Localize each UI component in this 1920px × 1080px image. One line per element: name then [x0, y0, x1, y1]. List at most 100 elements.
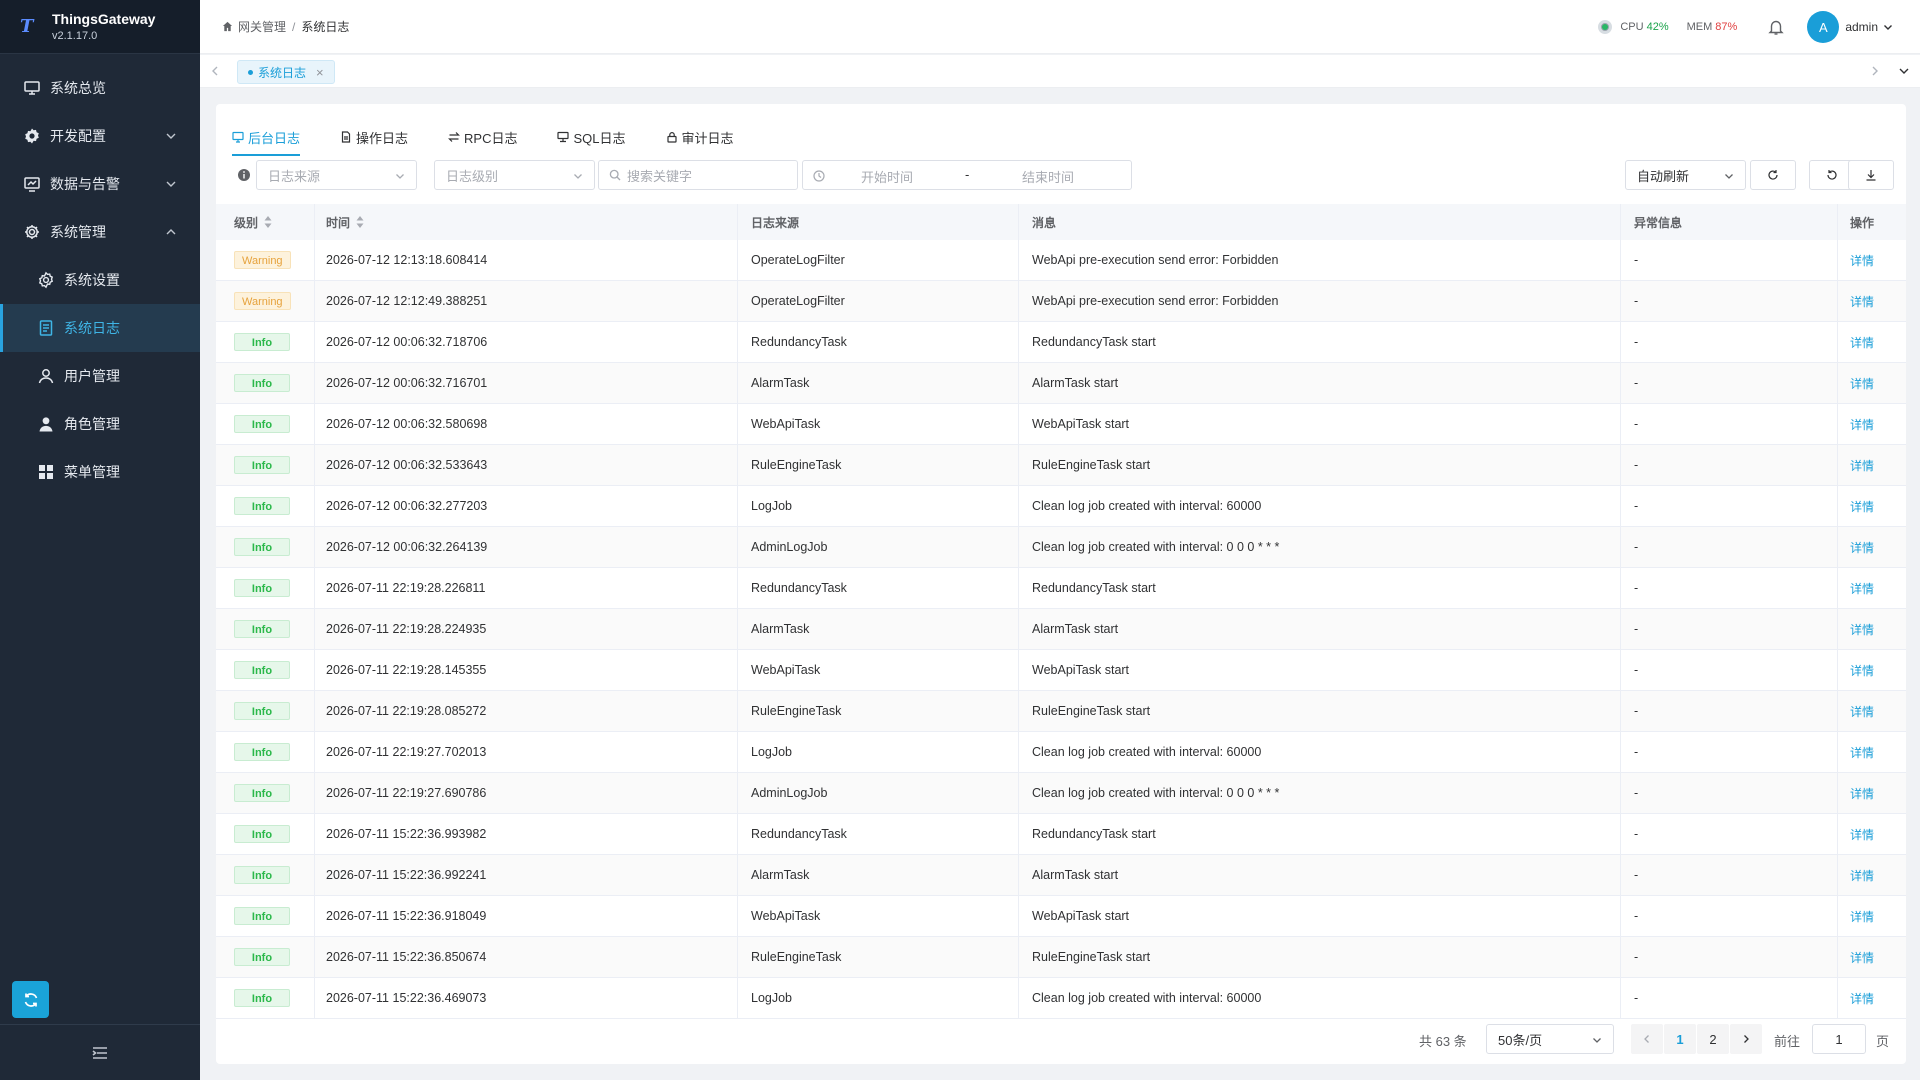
start-time-placeholder[interactable]: 开始时间 [861, 167, 913, 186]
cell-exception: - [1621, 445, 1838, 485]
cell-time: 2026-07-11 22:19:27.690786 [315, 773, 738, 813]
column-header-time[interactable]: 时间 [315, 204, 738, 240]
auto-refresh-select[interactable]: 自动刷新 [1625, 160, 1746, 190]
detail-link[interactable]: 详情 [1850, 334, 1874, 351]
column-label: 消息 [1032, 215, 1057, 230]
refresh-button[interactable] [1750, 160, 1796, 190]
detail-link[interactable]: 详情 [1850, 457, 1874, 474]
cell-action: 详情 [1838, 240, 1906, 280]
avatar[interactable]: A [1807, 11, 1840, 43]
chevron-down-icon[interactable] [1897, 64, 1911, 78]
level-badge: Warning [234, 292, 291, 310]
cell-time: 2026-07-11 15:22:36.850674 [315, 937, 738, 977]
select-placeholder: 日志级别 [446, 168, 499, 184]
sidebar-item-user-management[interactable]: 用户管理 [0, 352, 200, 400]
sidebar-item-overview[interactable]: 系统总览 [0, 64, 200, 112]
tab-sql-log[interactable]: SQL日志 [557, 120, 626, 154]
log-source-select[interactable]: 日志来源 [256, 160, 417, 190]
page-number-1[interactable]: 1 [1664, 1024, 1696, 1054]
detail-link[interactable]: 详情 [1850, 252, 1874, 269]
detail-link[interactable]: 详情 [1850, 662, 1874, 679]
tab-audit-log[interactable]: 审计日志 [666, 120, 734, 154]
cell-message: Clean log job created with interval: 0 0… [1019, 527, 1621, 567]
log-card: 后台日志 操作日志 RPC日志 SQL日志 审计日志 日志来源 日志级别 搜索关… [216, 104, 1906, 1064]
detail-link[interactable]: 详情 [1850, 949, 1874, 966]
brand-version: v2.1.17.0 [52, 29, 98, 42]
log-level-select[interactable]: 日志级别 [434, 160, 595, 190]
page-number-2[interactable]: 2 [1697, 1024, 1729, 1054]
tag-system-log[interactable]: 系统日志 × [237, 60, 335, 84]
info-icon[interactable] [237, 168, 251, 182]
cell-message: AlarmTask start [1019, 609, 1621, 649]
cell-message: Clean log job created with interval: 600… [1019, 486, 1621, 526]
detail-link[interactable]: 详情 [1850, 621, 1874, 638]
detail-link[interactable]: 详情 [1850, 990, 1874, 1007]
refresh-float-button[interactable] [12, 981, 49, 1018]
sidebar-item-label: 菜单管理 [64, 464, 120, 480]
page-size-select[interactable]: 50条/页 [1486, 1024, 1614, 1054]
cell-exception: - [1621, 855, 1838, 895]
cell-source: AlarmTask [738, 363, 1019, 403]
detail-link[interactable]: 详情 [1850, 744, 1874, 761]
cell-action: 详情 [1838, 691, 1906, 731]
chevron-down-icon [166, 181, 176, 187]
column-header-level[interactable]: 级别 [216, 204, 315, 240]
goto-label: 前往 [1774, 1034, 1801, 1049]
detail-link[interactable]: 详情 [1850, 375, 1874, 392]
cell-action: 详情 [1838, 568, 1906, 608]
detail-link[interactable]: 详情 [1850, 867, 1874, 884]
sidebar-item-menu-management[interactable]: 菜单管理 [0, 448, 200, 496]
sort-icon[interactable] [356, 216, 364, 228]
tab-rpc-log[interactable]: RPC日志 [448, 120, 517, 154]
sidebar-item-role-management[interactable]: 角色管理 [0, 400, 200, 448]
detail-link[interactable]: 详情 [1850, 293, 1874, 310]
table-row: Info 2026-07-12 00:06:32.277203 LogJob Clea… [216, 486, 1906, 527]
detail-link[interactable]: 详情 [1850, 580, 1874, 597]
cell-source: WebApiTask [738, 650, 1019, 690]
chevron-right-icon [1744, 1035, 1749, 1043]
log-tabs: 后台日志 操作日志 RPC日志 SQL日志 审计日志 [232, 120, 774, 156]
sort-icon[interactable] [264, 216, 272, 228]
bell-icon[interactable] [1767, 18, 1785, 36]
date-range-picker[interactable]: 开始时间 - 结束时间 [802, 160, 1132, 190]
chevron-right-icon[interactable] [1868, 64, 1882, 78]
cell-level: Info [216, 363, 315, 403]
level-badge: Info [234, 333, 290, 351]
cell-source: RuleEngineTask [738, 445, 1019, 485]
chart-screen-icon [22, 174, 42, 194]
sidebar-menu: 系统总览 开发配置 数据与告警 系统管理 系统设置 系统日志 用户管理 角色管理… [0, 64, 200, 496]
cpu-value: 42% [1646, 21, 1669, 33]
sidebar-item-dev-config[interactable]: 开发配置 [0, 112, 200, 160]
breadcrumb-item[interactable]: 网关管理 [238, 18, 286, 35]
next-page-button[interactable] [1730, 1024, 1762, 1054]
download-button[interactable] [1848, 160, 1894, 190]
chevron-left-icon[interactable] [208, 64, 222, 78]
table-header: 级别 时间 日志来源 消息 异常信息 操作 [216, 204, 1906, 240]
sidebar-item-system-management[interactable]: 系统管理 [0, 208, 200, 256]
goto-page-input[interactable]: 1 [1812, 1024, 1866, 1054]
end-time-placeholder[interactable]: 结束时间 [1022, 167, 1074, 186]
cell-source: WebApiTask [738, 896, 1019, 936]
detail-link[interactable]: 详情 [1850, 539, 1874, 556]
detail-link[interactable]: 详情 [1850, 416, 1874, 433]
keyword-search-input[interactable]: 搜索关键字 [598, 160, 798, 190]
username[interactable]: admin [1845, 20, 1878, 34]
range-separator: - [965, 167, 970, 182]
detail-link[interactable]: 详情 [1850, 498, 1874, 515]
collapse-sidebar-button[interactable] [0, 1024, 200, 1080]
prev-page-button[interactable] [1631, 1024, 1663, 1054]
sidebar-item-system-log[interactable]: 系统日志 [0, 304, 200, 352]
detail-link[interactable]: 详情 [1850, 703, 1874, 720]
tab-backend-log[interactable]: 后台日志 [232, 120, 301, 156]
detail-link[interactable]: 详情 [1850, 785, 1874, 802]
detail-link[interactable]: 详情 [1850, 826, 1874, 843]
sidebar-item-label: 系统管理 [50, 224, 106, 240]
sidebar-item-system-settings[interactable]: 系统设置 [0, 256, 200, 304]
tab-operation-log[interactable]: 操作日志 [340, 120, 408, 154]
brand[interactable]: T ThingsGateway v2.1.17.0 [0, 0, 200, 54]
detail-link[interactable]: 详情 [1850, 908, 1874, 925]
user-outline-icon [36, 366, 56, 386]
close-icon[interactable]: × [316, 65, 324, 80]
sidebar-item-data-alarm[interactable]: 数据与告警 [0, 160, 200, 208]
chevron-down-icon[interactable] [1882, 21, 1894, 33]
